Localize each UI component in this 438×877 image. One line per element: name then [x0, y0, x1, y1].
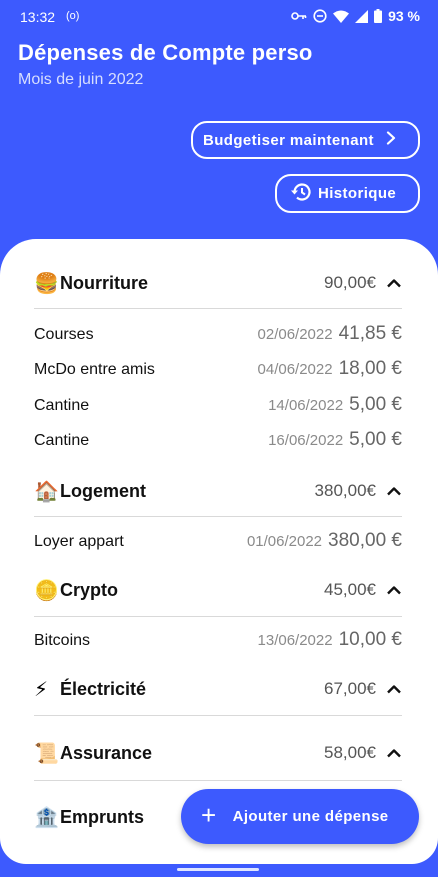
expense-name: Cantine [34, 432, 90, 449]
expense-date: 01/06/2022 [246, 533, 323, 550]
expense-row[interactable]: Cantine 16/06/2022 5,00 € [34, 429, 402, 455]
category-header-nourriture[interactable]: 🍔 Nourriture 90,00€ [34, 268, 402, 298]
expenses-card: 🍔 Nourriture 90,00€ Courses 02/06/2022 4… [0, 239, 438, 864]
category-total: 90,00€ [324, 273, 376, 292]
key-icon [291, 11, 307, 21]
expense-date: 16/06/2022 [268, 432, 344, 449]
battery-icon [374, 9, 383, 23]
category-name: Électricité [60, 678, 147, 699]
expense-row[interactable]: Cantine 14/06/2022 5,00 € [34, 394, 402, 420]
expense-amount: 380,00 € [328, 530, 402, 551]
category-name: Nourriture [60, 272, 149, 293]
expense-row[interactable]: Loyer appart 01/06/2022 380,00 € [34, 530, 402, 556]
expense-name: Loyer appart [34, 533, 124, 550]
expense-date: 13/06/2022 [257, 632, 333, 649]
expense-name: Courses [34, 326, 94, 343]
divider [34, 308, 402, 309]
chevron-up-icon[interactable] [386, 683, 402, 695]
category-name: Assurance [60, 742, 153, 763]
budget-now-button[interactable]: Budgetiser maintenant [191, 121, 420, 159]
signal-icon [355, 9, 369, 23]
history-icon [290, 182, 312, 206]
category-header-crypto[interactable]: 🪙 Crypto 45,00€ [34, 575, 402, 605]
category-total: 380,00€ [314, 481, 376, 500]
bank-emoji-icon: 🏦 [34, 806, 59, 829]
expense-amount: 18,00 € [338, 358, 402, 379]
expense-date: 14/06/2022 [268, 397, 344, 414]
divider [34, 516, 402, 517]
category-total: 58,00€ [324, 743, 376, 762]
category-total: 45,00€ [324, 580, 376, 599]
expense-date: 02/06/2022 [257, 326, 333, 343]
category-name: Emprunts [60, 806, 145, 827]
chevron-up-icon[interactable] [386, 584, 402, 596]
page-title: Dépenses de Compte perso [18, 40, 313, 65]
expense-amount: 41,85 € [338, 323, 402, 344]
category-name: Crypto [60, 579, 118, 600]
chevron-up-icon[interactable] [386, 277, 402, 289]
expense-date: 04/06/2022 [257, 361, 333, 378]
coin-emoji-icon: 🪙 [34, 579, 59, 602]
plus-icon: + [201, 799, 217, 830]
gesture-home-bar[interactable] [177, 868, 259, 871]
expense-name: McDo entre amis [34, 361, 155, 378]
divider [34, 780, 402, 781]
burger-emoji-icon: 🍔 [34, 272, 59, 295]
house-emoji-icon: 🏠 [34, 480, 59, 503]
chevron-up-icon[interactable] [386, 747, 402, 759]
expense-name: Cantine [34, 397, 90, 414]
expense-row[interactable]: Bitcoins 13/06/2022 10,00 € [34, 629, 402, 655]
scroll-emoji-icon: 📜 [34, 742, 59, 765]
status-bar: 13:32 (o) 93 % [0, 0, 438, 32]
divider [34, 715, 402, 716]
chevron-up-icon[interactable] [386, 485, 402, 497]
status-time: 13:32 [20, 9, 56, 25]
lightning-emoji-icon: ⚡ [34, 678, 49, 701]
expense-amount: 10,00 € [338, 629, 402, 650]
expense-amount: 5,00 € [349, 429, 402, 450]
expense-row[interactable]: Courses 02/06/2022 41,85 € [34, 323, 402, 349]
status-icons: 93 % [291, 8, 420, 24]
category-name: Logement [60, 480, 147, 501]
page-subtitle: Mois de juin 2022 [18, 71, 144, 88]
divider [34, 616, 402, 617]
category-header-logement[interactable]: 🏠 Logement 380,00€ [34, 476, 402, 506]
expense-row[interactable]: McDo entre amis 04/06/2022 18,00 € [34, 358, 402, 384]
history-button[interactable]: Historique [275, 174, 420, 213]
expense-name: Bitcoins [34, 632, 91, 649]
add-expense-label: Ajouter une dépense [232, 808, 389, 825]
expense-amount: 5,00 € [349, 394, 402, 415]
category-header-assurance[interactable]: 📜 Assurance 58,00€ [34, 738, 402, 768]
category-header-electricite[interactable]: ⚡ Électricité 67,00€ [34, 674, 402, 704]
category-total: 67,00€ [324, 679, 376, 698]
do-not-disturb-icon [313, 9, 327, 23]
radio-indicator-icon: (o) [66, 10, 80, 22]
chevron-right-icon [386, 131, 396, 149]
battery-percent: 93 % [388, 8, 420, 24]
budget-now-label: Budgetiser maintenant [203, 131, 374, 149]
history-label: Historique [318, 185, 397, 202]
wifi-icon [333, 10, 350, 23]
add-expense-button[interactable]: + Ajouter une dépense [181, 789, 419, 844]
